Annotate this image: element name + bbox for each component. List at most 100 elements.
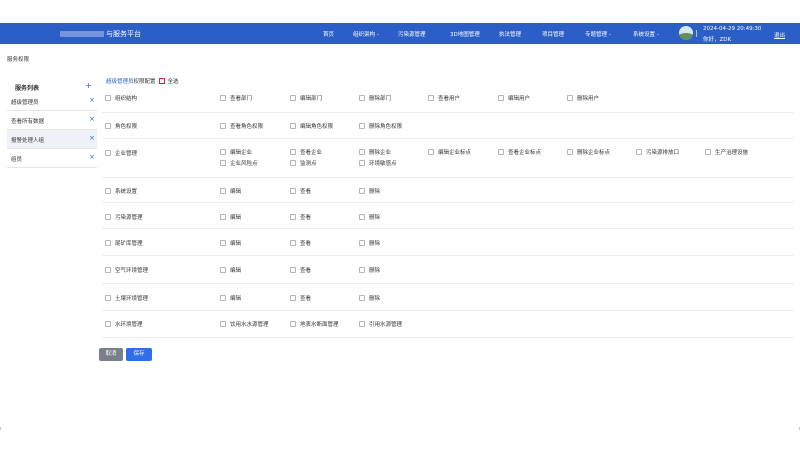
permission-checkbox[interactable]: 编辑 bbox=[220, 294, 241, 302]
cancel-button[interactable]: 取消 bbox=[99, 348, 123, 361]
checkbox[interactable] bbox=[220, 214, 226, 220]
permission-checkbox[interactable]: 删除企业标点 bbox=[567, 148, 610, 156]
checkbox[interactable] bbox=[105, 123, 111, 129]
permission-checkbox[interactable]: 删除 bbox=[359, 213, 380, 221]
checkbox[interactable] bbox=[359, 160, 365, 166]
permission-checkbox[interactable]: 地表水断面管理 bbox=[290, 320, 339, 328]
sidebar-item-members[interactable]: 组员 × bbox=[7, 149, 97, 168]
permission-checkbox[interactable]: 查看企业标点 bbox=[498, 148, 541, 156]
permission-checkbox[interactable]: 编辑 bbox=[220, 266, 241, 274]
module-checkbox[interactable]: 角色权限 bbox=[105, 122, 137, 130]
nav-3d-map[interactable]: 3D地图管理 bbox=[450, 30, 480, 38]
checkbox[interactable] bbox=[220, 149, 226, 155]
module-checkbox[interactable]: 企业管理 bbox=[105, 149, 137, 157]
permission-checkbox[interactable]: 删除企业 bbox=[359, 148, 391, 156]
checkbox[interactable] bbox=[290, 160, 296, 166]
checkbox[interactable] bbox=[428, 95, 434, 101]
checkbox[interactable] bbox=[220, 123, 226, 129]
permission-checkbox[interactable]: 编辑角色权限 bbox=[290, 122, 333, 130]
checkbox[interactable] bbox=[705, 149, 711, 155]
permission-checkbox[interactable]: 编辑企业标点 bbox=[428, 148, 471, 156]
checkbox[interactable] bbox=[359, 95, 365, 101]
module-checkbox[interactable]: 空气环境管理 bbox=[105, 266, 148, 274]
checkbox[interactable] bbox=[498, 149, 504, 155]
nav-home[interactable]: 首页 bbox=[323, 30, 334, 38]
permission-checkbox[interactable]: 饮用水水源管理 bbox=[220, 320, 269, 328]
permission-checkbox[interactable]: 编辑 bbox=[220, 187, 241, 195]
permission-checkbox[interactable]: 删除 bbox=[359, 239, 380, 247]
checkbox[interactable] bbox=[105, 214, 111, 220]
checkbox[interactable] bbox=[290, 149, 296, 155]
permission-checkbox[interactable]: 查看 bbox=[290, 187, 311, 195]
checkbox[interactable] bbox=[220, 321, 226, 327]
permission-checkbox[interactable]: 引用水源管理 bbox=[359, 320, 402, 328]
checkbox[interactable] bbox=[290, 214, 296, 220]
checkbox[interactable] bbox=[220, 160, 226, 166]
nav-topics[interactable]: 专题管理 - bbox=[585, 30, 611, 38]
permission-checkbox[interactable]: 查看 bbox=[290, 294, 311, 302]
checkbox[interactable] bbox=[290, 295, 296, 301]
checkbox[interactable] bbox=[105, 188, 111, 194]
module-checkbox[interactable]: 系统设置 bbox=[105, 187, 137, 195]
permission-checkbox[interactable]: 查看角色权限 bbox=[220, 122, 263, 130]
permission-checkbox[interactable]: 删除用户 bbox=[567, 94, 599, 102]
sidebar-item-super-admin[interactable]: 超级管理员 × bbox=[7, 92, 97, 111]
permission-checkbox[interactable]: 查看用户 bbox=[428, 94, 460, 102]
permission-checkbox[interactable]: 环境敏感点 bbox=[359, 159, 397, 167]
permission-checkbox[interactable]: 查看 bbox=[290, 239, 311, 247]
checkbox[interactable] bbox=[359, 267, 365, 273]
checkbox[interactable] bbox=[428, 149, 434, 155]
checkbox[interactable] bbox=[290, 123, 296, 129]
permission-checkbox[interactable]: 查看部门 bbox=[220, 94, 252, 102]
checkbox[interactable] bbox=[290, 267, 296, 273]
permission-checkbox[interactable]: 删除 bbox=[359, 187, 380, 195]
checkbox[interactable] bbox=[359, 295, 365, 301]
permission-checkbox[interactable]: 查看企业 bbox=[290, 148, 322, 156]
close-icon[interactable]: × bbox=[89, 134, 95, 142]
permission-checkbox[interactable]: 编辑 bbox=[220, 213, 241, 221]
checkbox[interactable] bbox=[498, 95, 504, 101]
permission-checkbox[interactable]: 污染源排放口 bbox=[636, 148, 679, 156]
module-checkbox[interactable]: 土壤环境管理 bbox=[105, 294, 148, 302]
checkbox[interactable] bbox=[359, 188, 365, 194]
save-button[interactable]: 保存 bbox=[126, 348, 152, 361]
nav-projects[interactable]: 项目管理 bbox=[542, 30, 564, 38]
checkbox[interactable] bbox=[359, 240, 365, 246]
checkbox[interactable] bbox=[220, 95, 226, 101]
checkbox[interactable] bbox=[105, 240, 111, 246]
close-icon[interactable]: × bbox=[89, 96, 95, 104]
checkbox[interactable] bbox=[220, 188, 226, 194]
checkbox[interactable] bbox=[220, 240, 226, 246]
permission-checkbox[interactable]: 查看 bbox=[290, 266, 311, 274]
permission-checkbox[interactable]: 删除部门 bbox=[359, 94, 391, 102]
checkbox[interactable] bbox=[359, 321, 365, 327]
user-avatar[interactable] bbox=[679, 26, 693, 40]
permission-checkbox[interactable]: 编辑用户 bbox=[498, 94, 530, 102]
checkbox[interactable] bbox=[636, 149, 642, 155]
nav-enforcement[interactable]: 执法管理 bbox=[499, 30, 521, 38]
checkbox[interactable] bbox=[220, 267, 226, 273]
select-all-checkbox[interactable] bbox=[158, 78, 165, 84]
checkbox[interactable] bbox=[290, 95, 296, 101]
permission-checkbox[interactable]: 编辑 bbox=[220, 239, 241, 247]
add-icon[interactable]: + bbox=[85, 81, 92, 90]
checkbox[interactable] bbox=[567, 149, 573, 155]
sidebar-item-view-all-data[interactable]: 查看所有数据 × bbox=[7, 111, 97, 130]
checkbox[interactable] bbox=[220, 295, 226, 301]
close-icon[interactable]: × bbox=[89, 115, 95, 123]
permission-checkbox[interactable]: 删除角色权限 bbox=[359, 122, 402, 130]
checkbox[interactable] bbox=[105, 95, 111, 101]
permission-checkbox[interactable]: 编辑企业 bbox=[220, 148, 252, 156]
checkbox[interactable] bbox=[105, 321, 111, 327]
logout-link[interactable]: 退出 bbox=[774, 31, 785, 39]
module-checkbox[interactable]: 污染源管理 bbox=[105, 213, 143, 221]
checkbox[interactable] bbox=[290, 321, 296, 327]
permission-checkbox[interactable]: 编辑部门 bbox=[290, 94, 322, 102]
permission-checkbox[interactable]: 删除 bbox=[359, 294, 380, 302]
checkbox[interactable] bbox=[290, 240, 296, 246]
sidebar-item-alarm-handlers[interactable]: 报警处理人组 × bbox=[7, 130, 97, 149]
checkbox[interactable] bbox=[359, 149, 365, 155]
module-checkbox[interactable]: 水环境管理 bbox=[105, 320, 143, 328]
checkbox[interactable] bbox=[290, 188, 296, 194]
module-checkbox[interactable]: 尾矿库管理 bbox=[105, 239, 143, 247]
